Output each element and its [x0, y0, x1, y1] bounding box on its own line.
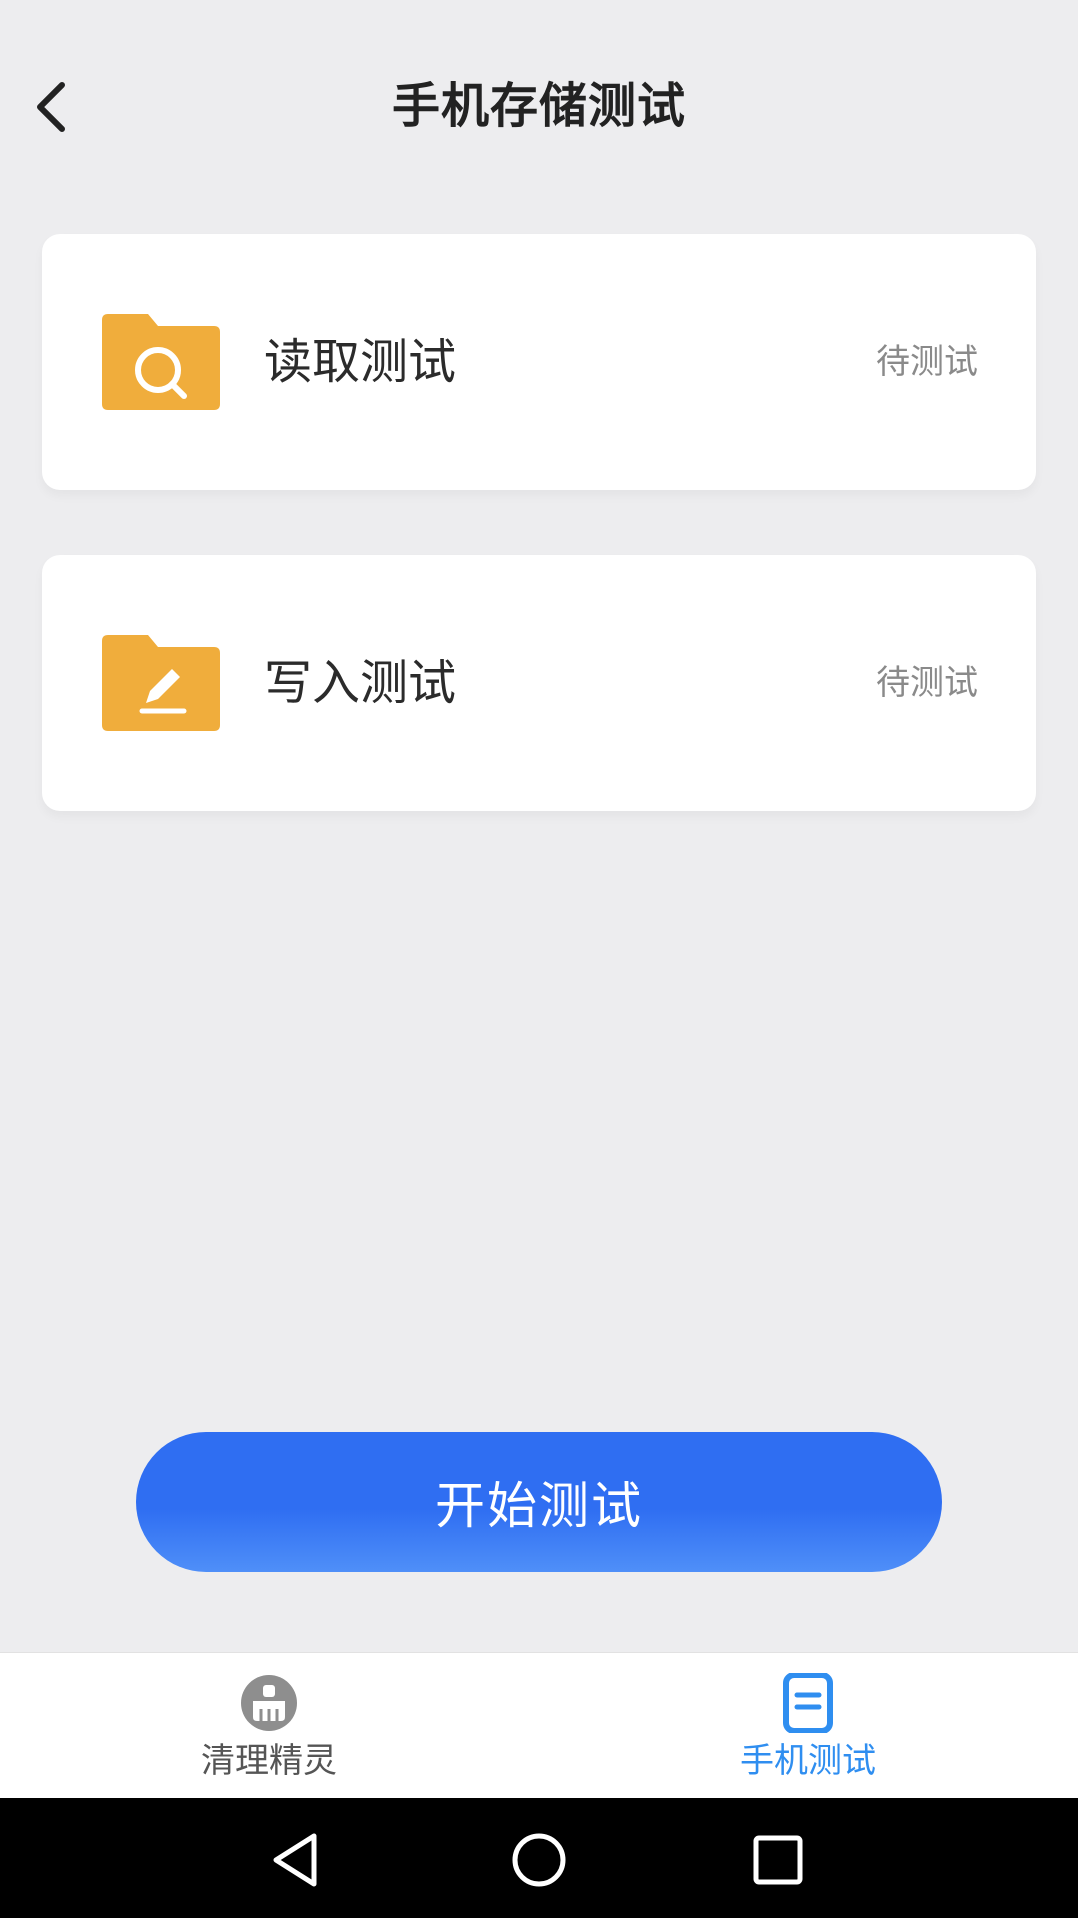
read-test-status: 待测试: [876, 342, 978, 382]
tab-clean-label: 清理精灵: [201, 1741, 337, 1781]
folder-edit-icon: [102, 635, 220, 731]
header: 手机存储测试: [0, 0, 1078, 200]
write-test-status: 待测试: [876, 663, 978, 703]
nav-back-icon[interactable]: [268, 1830, 328, 1890]
start-test-label: 开始测试: [435, 1477, 643, 1535]
tab-phone-test[interactable]: 手机测试: [658, 1653, 958, 1799]
tab-clean[interactable]: 清理精灵: [119, 1653, 419, 1799]
tab-phone-test-label: 手机测试: [740, 1741, 876, 1781]
system-nav-bar: [0, 1798, 1078, 1918]
broom-icon: [241, 1675, 297, 1731]
read-test-card[interactable]: 读取测试 待测试: [42, 234, 1036, 490]
app-screen: 手机存储测试 读取测试 待测试 写入测试 待测试 开始测试 清理精灵 手机测试: [0, 0, 1078, 1918]
write-test-card[interactable]: 写入测试 待测试: [42, 555, 1036, 811]
folder-search-icon: [102, 314, 220, 410]
document-icon: [783, 1673, 833, 1733]
start-test-button[interactable]: 开始测试: [136, 1432, 942, 1572]
page-title: 手机存储测试: [391, 78, 686, 134]
nav-recent-icon[interactable]: [748, 1830, 808, 1890]
read-test-label: 读取测试: [264, 334, 457, 390]
write-test-label: 写入测试: [264, 655, 457, 711]
nav-home-icon[interactable]: [509, 1830, 569, 1890]
bottom-tab-bar: 清理精灵 手机测试: [0, 1652, 1078, 1798]
